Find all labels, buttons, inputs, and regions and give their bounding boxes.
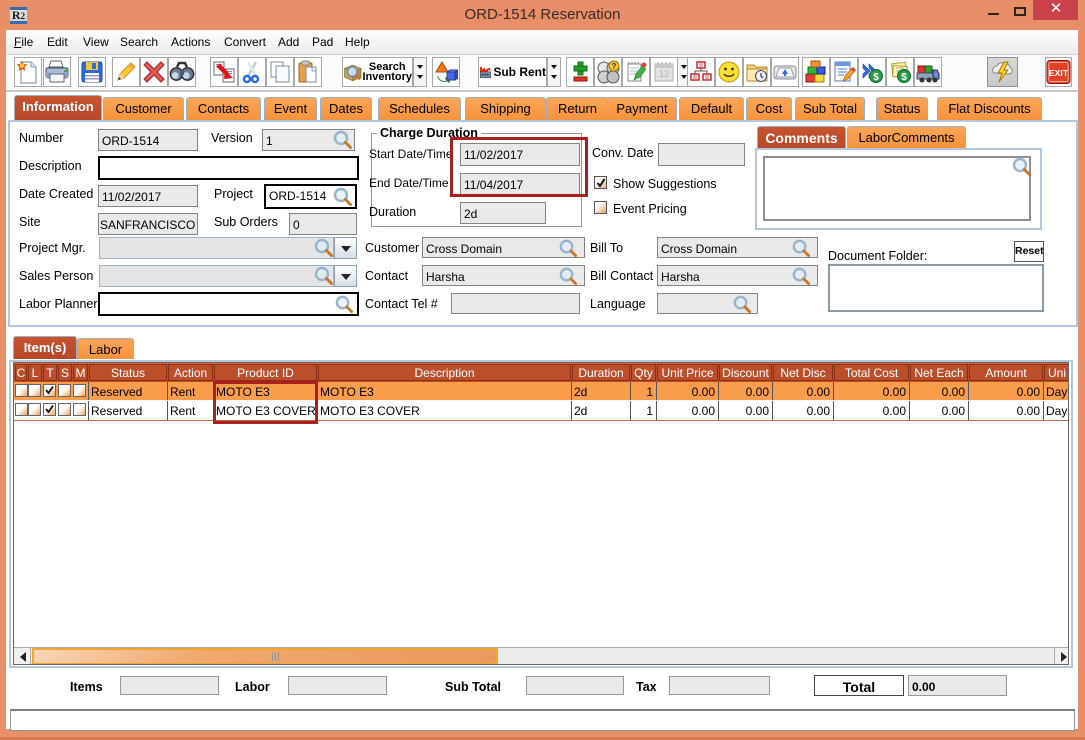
svg-text:EXIT: EXIT: [1049, 68, 1069, 78]
svg-text:$: $: [901, 72, 907, 83]
svg-text:?: ?: [612, 62, 617, 71]
svg-text:12: 12: [659, 69, 669, 79]
svg-text:$: $: [873, 72, 879, 83]
